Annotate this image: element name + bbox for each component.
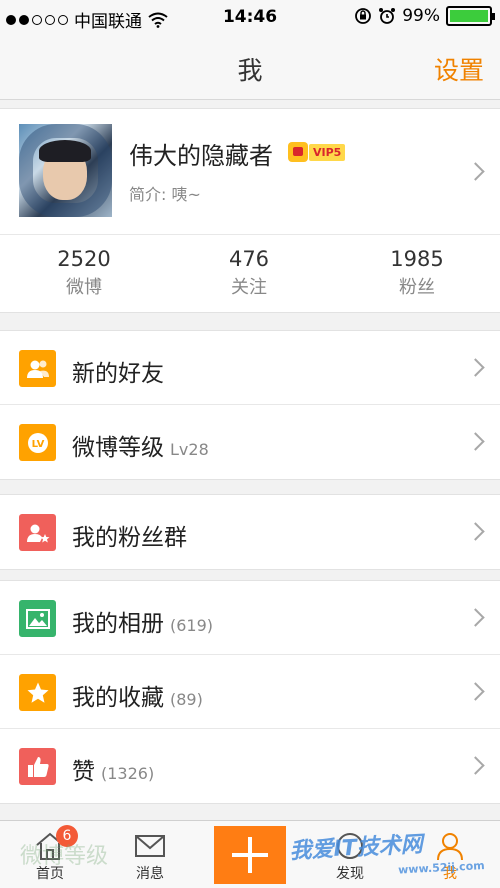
chevron-right-icon <box>466 608 485 627</box>
menu-item-label: 新的好友 <box>72 361 164 387</box>
chevron-right-icon <box>466 756 485 775</box>
profile-card[interactable]: 伟大的隐藏者 VIP5 简介: 咦~ 2520 微博 476 关注 1985 粉… <box>0 108 500 313</box>
friends-icon <box>19 350 56 387</box>
menu-item-fans-group[interactable]: 我的粉丝群 <box>0 495 500 569</box>
home-icon: 6 <box>34 825 78 861</box>
menu-item-label: 我的相册 <box>72 611 164 637</box>
menu-item-label: 赞 <box>72 759 95 785</box>
stat-label: 关注 <box>231 277 267 298</box>
compose-button[interactable] <box>214 826 286 884</box>
battery-icon <box>446 6 495 26</box>
tab-bar: 6 首页 消息 发现 我 <box>0 820 500 888</box>
crown-icon <box>288 142 308 162</box>
svg-text:LV: LV <box>31 439 44 450</box>
envelope-icon <box>134 831 166 861</box>
menu-group: 我的相册 (619) 我的收藏 (89) 赞 (1326) <box>0 580 500 804</box>
stat-label: 微博 <box>66 277 102 298</box>
chevron-right-icon <box>466 522 485 541</box>
thumbs-up-icon <box>19 748 56 785</box>
stat-label: 粉丝 <box>399 277 435 298</box>
rotation-lock-icon <box>355 8 372 24</box>
menu-item-level[interactable]: LV 微博等级 Lv28 <box>0 405 500 479</box>
likes-count: (1326) <box>101 764 155 783</box>
divider <box>0 234 500 235</box>
username: 伟大的隐藏者 <box>129 142 273 170</box>
stat-value: 2520 <box>57 247 111 271</box>
tab-label: 消息 <box>136 866 164 882</box>
menu-item-new-friends[interactable]: 新的好友 <box>0 331 500 405</box>
tab-me[interactable]: 我 <box>400 821 500 888</box>
battery-percent: 99% <box>402 6 440 26</box>
menu-item-label: 我的粉丝群 <box>72 525 187 551</box>
status-bar: 中国联通 14:46 99% <box>0 0 500 34</box>
level-icon: LV <box>19 424 56 461</box>
nav-bar: 我 设置 <box>0 34 500 100</box>
menu-item-label: 微博等级 <box>72 435 164 461</box>
album-icon <box>19 600 56 637</box>
person-icon <box>434 831 466 861</box>
stat-value: 476 <box>228 247 270 271</box>
tab-label: 发现 <box>336 866 364 882</box>
home-badge: 6 <box>56 825 78 847</box>
favorites-icon <box>19 674 56 711</box>
tab-home[interactable]: 6 首页 <box>0 821 100 888</box>
level-value: Lv28 <box>170 440 209 459</box>
tab-label: 我 <box>443 866 457 882</box>
vip-label: VIP5 <box>309 143 346 161</box>
stat-following[interactable]: 476 关注 <box>189 247 309 299</box>
profile-intro: 简介: 咦~ <box>129 185 201 204</box>
menu-group: 新的好友 LV 微博等级 Lv28 <box>0 330 500 480</box>
settings-button[interactable]: 设置 <box>434 51 484 87</box>
chevron-right-icon <box>466 358 485 377</box>
tab-discover[interactable]: 发现 <box>300 821 400 888</box>
chevron-right-icon <box>466 432 485 451</box>
chevron-right-icon <box>466 162 485 181</box>
stat-followers[interactable]: 1985 粉丝 <box>357 247 477 299</box>
menu-item-favorites[interactable]: 我的收藏 (89) <box>0 655 500 729</box>
fans-group-icon <box>19 514 56 551</box>
discover-icon <box>334 831 366 861</box>
tab-label: 首页 <box>36 866 64 882</box>
menu-item-label: 我的收藏 <box>72 685 164 711</box>
menu-group: 我的粉丝群 <box>0 494 500 570</box>
chevron-right-icon <box>466 682 485 701</box>
stat-weibo[interactable]: 2520 微博 <box>24 247 144 299</box>
stat-value: 1985 <box>390 247 444 271</box>
menu-item-likes[interactable]: 赞 (1326) <box>0 729 500 803</box>
avatar[interactable] <box>19 124 112 217</box>
alarm-icon <box>379 8 396 24</box>
album-count: (619) <box>170 616 214 635</box>
tab-messages[interactable]: 消息 <box>100 821 200 888</box>
menu-item-album[interactable]: 我的相册 (619) <box>0 581 500 655</box>
favorites-count: (89) <box>170 690 203 709</box>
vip-badge[interactable]: VIP5 <box>288 142 346 162</box>
page-title: 我 <box>237 56 263 85</box>
